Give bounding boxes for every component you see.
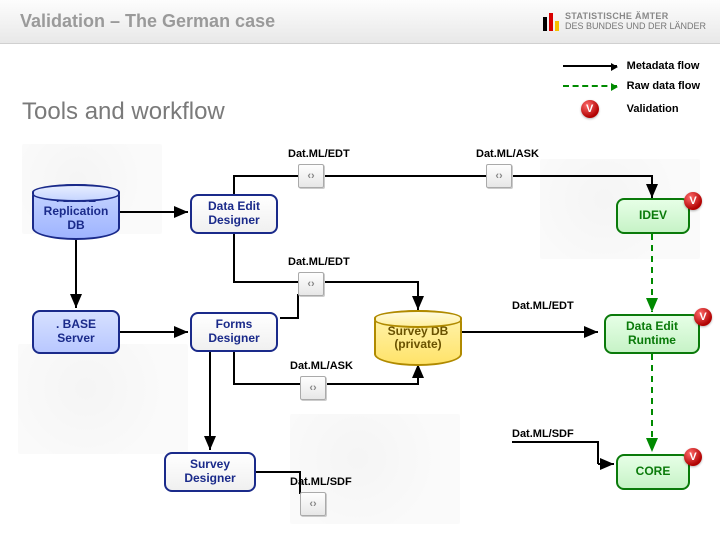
- node-core: CORE: [616, 454, 690, 490]
- legend-metadata: Metadata flow: [563, 60, 700, 72]
- bg-photo: [18, 344, 188, 454]
- node-data-edit-runtime: Data Edit Runtime: [604, 314, 700, 354]
- xml-file-icon: [298, 164, 324, 188]
- xml-file-icon: [300, 492, 326, 516]
- section-title: Tools and workflow: [22, 98, 225, 126]
- diagram-canvas: Tools and workflow Metadata flow Raw dat…: [0, 44, 720, 540]
- page-title: Validation – The German case: [20, 11, 275, 32]
- file-label: Dat.ML/EDT: [288, 256, 350, 268]
- file-label: Dat.ML/EDT: [512, 300, 574, 312]
- legend-rawdata: Raw data flow: [563, 80, 700, 92]
- file-label: Dat.ML/EDT: [288, 148, 350, 160]
- node-data-edit-designer: Data Edit Designer: [190, 194, 278, 234]
- file-label: Dat.ML/ASK: [476, 148, 539, 160]
- node-survey-designer: Survey Designer: [164, 452, 256, 492]
- xml-file-icon: [300, 376, 326, 400]
- file-label: Dat.ML/SDF: [290, 476, 352, 488]
- validation-badge-icon: V: [694, 308, 712, 326]
- logo: STATISTISCHE ÄMTER DES BUNDES UND DER LÄ…: [543, 12, 706, 31]
- node-base-replication-db: . BASE Replication DB: [32, 184, 120, 240]
- file-label: Dat.ML/SDF: [512, 428, 574, 440]
- validation-badge-icon: V: [581, 100, 599, 118]
- node-survey-db: Survey DB (private): [374, 310, 462, 366]
- validation-badge-icon: V: [684, 192, 702, 210]
- node-base-server: . BASE Server: [32, 310, 120, 354]
- page-header: Validation – The German case STATISTISCH…: [0, 0, 720, 44]
- arrow-icon: [563, 65, 617, 67]
- node-forms-designer: Forms Designer: [190, 312, 278, 352]
- arrow-dashed-icon: [563, 85, 617, 87]
- validation-badge-icon: V: [684, 448, 702, 466]
- xml-file-icon: [486, 164, 512, 188]
- logo-text: STATISTISCHE ÄMTER DES BUNDES UND DER LÄ…: [565, 12, 706, 31]
- node-idev: IDEV: [616, 198, 690, 234]
- legend-validation: V Validation: [563, 100, 700, 118]
- logo-bars-icon: [543, 13, 559, 31]
- file-label: Dat.ML/ASK: [290, 360, 353, 372]
- xml-file-icon: [298, 272, 324, 296]
- legend: Metadata flow Raw data flow V Validation: [563, 60, 700, 126]
